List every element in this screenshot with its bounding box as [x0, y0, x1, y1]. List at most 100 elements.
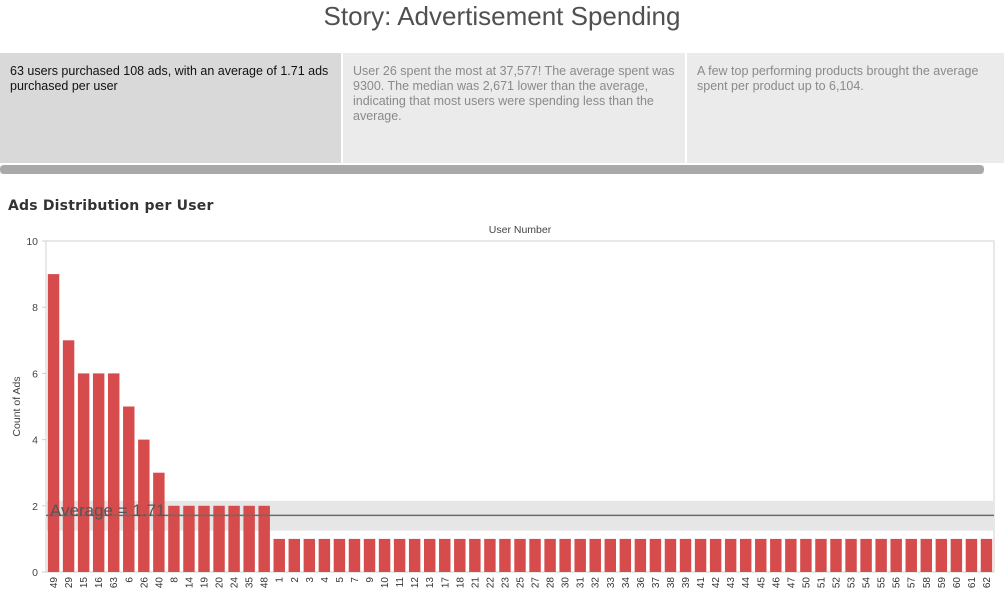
bar-user-22[interactable]	[484, 538, 496, 572]
bar-user-45[interactable]	[755, 538, 767, 572]
x-tick-label: 3	[305, 577, 316, 583]
bar-user-34[interactable]	[619, 538, 632, 572]
bar-user-41[interactable]	[694, 538, 707, 572]
bar-user-15[interactable]	[77, 373, 90, 572]
bar-user-60[interactable]	[950, 538, 963, 572]
x-tick-label: 45	[756, 577, 767, 589]
bar-user-13[interactable]	[423, 538, 436, 572]
bar-user-17[interactable]	[439, 538, 451, 572]
x-tick-label: 42	[711, 577, 722, 589]
bar-user-51[interactable]	[815, 538, 827, 572]
bar-user-6[interactable]	[123, 406, 135, 573]
bar-user-50[interactable]	[800, 538, 812, 572]
bar-user-11[interactable]	[393, 538, 406, 572]
x-tick-label: 57	[907, 577, 918, 589]
bar-user-12[interactable]	[408, 538, 421, 572]
bar-user-43[interactable]	[724, 538, 737, 572]
x-tick-label: 63	[109, 577, 120, 589]
bar-user-4[interactable]	[318, 538, 331, 572]
x-tick-label: 36	[636, 577, 647, 589]
x-tick-label: 46	[771, 577, 782, 589]
bar-user-32[interactable]	[589, 538, 601, 572]
bar-user-36[interactable]	[634, 538, 647, 572]
average-label: Average = 1.71	[50, 501, 165, 520]
x-tick-label: 34	[621, 577, 632, 589]
bar-user-46[interactable]	[770, 538, 782, 572]
x-tick-label: 52	[832, 577, 843, 589]
x-tick-label: 32	[591, 577, 602, 589]
bar-user-61[interactable]	[965, 538, 978, 572]
story-point-1[interactable]: 63 users purchased 108 ads, with an aver…	[0, 53, 341, 163]
x-tick-label: 22	[485, 577, 496, 589]
x-tick-label: 11	[395, 577, 406, 588]
x-tick-label: 7	[350, 577, 361, 583]
story-point-2[interactable]: User 26 spent the most at 37,577! The av…	[341, 53, 685, 163]
x-tick-label: 10	[380, 577, 391, 589]
x-tick-label: 5	[335, 577, 346, 583]
bar-user-59[interactable]	[935, 538, 948, 572]
x-tick-label: 6	[124, 577, 135, 583]
bar-user-21[interactable]	[469, 538, 481, 572]
x-tick-label: 27	[531, 577, 542, 589]
bar-user-57[interactable]	[905, 538, 917, 572]
story-scrollbar-thumb[interactable]	[0, 165, 984, 174]
bar-user-54[interactable]	[860, 538, 872, 572]
x-tick-label: 51	[816, 577, 827, 589]
bar-user-62[interactable]	[980, 538, 993, 572]
x-tick-label: 62	[982, 577, 993, 589]
bar-user-52[interactable]	[830, 538, 842, 572]
x-tick-label: 58	[922, 577, 933, 589]
bar-user-37[interactable]	[649, 538, 662, 572]
x-tick-label: 17	[440, 577, 451, 589]
bar-user-30[interactable]	[559, 538, 571, 572]
bar-user-56[interactable]	[890, 538, 902, 572]
x-tick-label: 40	[154, 577, 165, 589]
x-tick-label: 33	[606, 577, 617, 589]
bar-user-16[interactable]	[92, 373, 105, 572]
sheet-title: Ads Distribution per User	[8, 198, 214, 214]
x-tick-label: 53	[847, 577, 858, 589]
bar-user-55[interactable]	[875, 538, 887, 572]
bar-user-42[interactable]	[709, 538, 722, 572]
bar-user-44[interactable]	[739, 538, 752, 572]
bar-user-25[interactable]	[514, 538, 526, 572]
bar-user-5[interactable]	[333, 538, 346, 572]
bar-user-31[interactable]	[574, 538, 586, 572]
bar-user-23[interactable]	[499, 538, 511, 572]
bar-user-63[interactable]	[107, 373, 120, 572]
bar-user-33[interactable]	[604, 538, 617, 572]
x-tick-label: 1	[275, 577, 286, 583]
bar-user-58[interactable]	[920, 538, 933, 572]
bar-user-29[interactable]	[62, 340, 75, 572]
bar-user-27[interactable]	[529, 538, 541, 572]
bar-user-40[interactable]	[153, 472, 165, 572]
bar-user-49[interactable]	[47, 274, 60, 572]
x-tick-label: 54	[862, 577, 873, 589]
x-tick-label: 14	[184, 577, 195, 589]
bar-user-2[interactable]	[288, 538, 301, 572]
bar-user-7[interactable]	[348, 538, 361, 572]
story-point-3[interactable]: A few top performing products brought th…	[685, 53, 1004, 163]
x-tick-label: 55	[877, 577, 888, 589]
bar-user-28[interactable]	[544, 538, 556, 572]
x-tick-label: 20	[215, 577, 226, 589]
bar-user-10[interactable]	[378, 538, 391, 572]
x-tick-label: 60	[952, 577, 963, 589]
bar-user-3[interactable]	[303, 538, 316, 572]
y-tick-label: 8	[32, 302, 38, 314]
bar-user-38[interactable]	[664, 538, 677, 572]
bar-user-39[interactable]	[679, 538, 692, 572]
x-tick-label: 24	[230, 577, 241, 589]
bar-user-53[interactable]	[845, 538, 857, 572]
bar-user-9[interactable]	[363, 538, 376, 572]
bar-user-1[interactable]	[273, 538, 285, 572]
x-tick-label: 44	[741, 577, 752, 589]
story-title: Story: Advertisement Spending	[323, 1, 681, 31]
y-tick-label: 6	[32, 368, 38, 380]
x-tick-label: 25	[516, 577, 527, 589]
x-tick-label: 2	[290, 577, 301, 583]
x-tick-label: 12	[410, 577, 421, 589]
x-tick-label: 30	[561, 577, 572, 589]
bar-user-18[interactable]	[454, 538, 466, 572]
bar-user-47[interactable]	[785, 538, 797, 572]
